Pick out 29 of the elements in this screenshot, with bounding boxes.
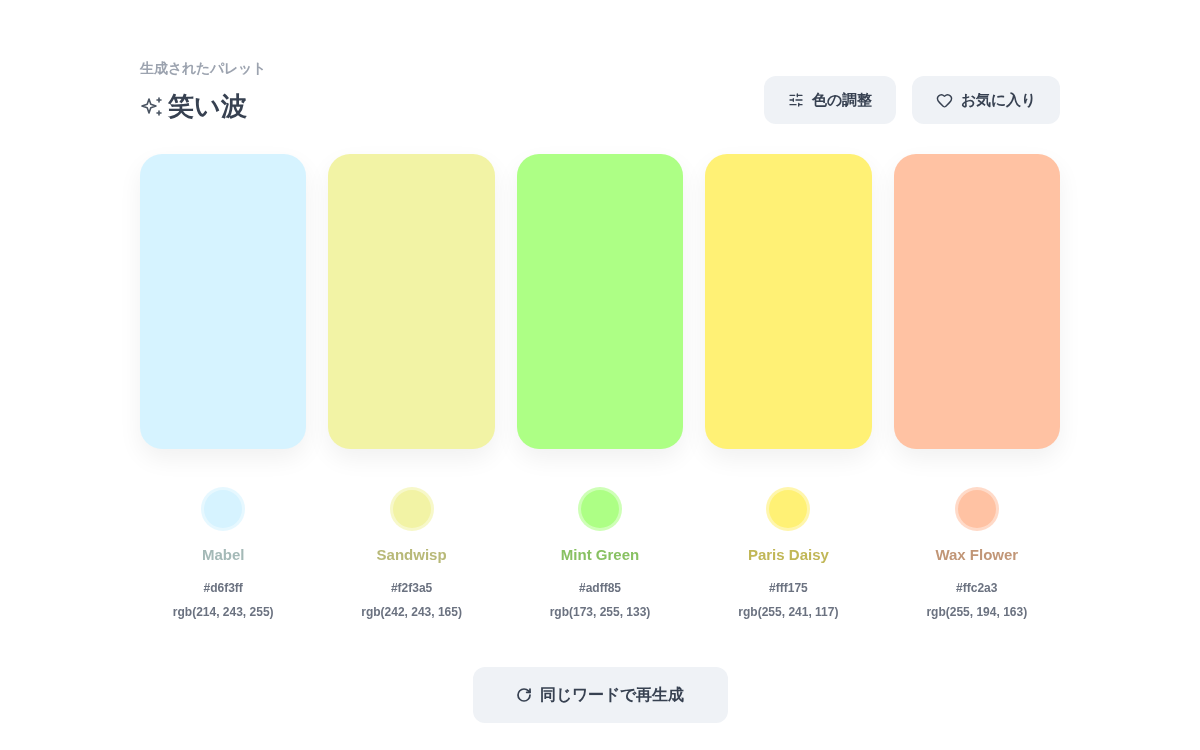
color-swatch[interactable] [328,154,495,449]
rgb-value: rgb(255, 194, 163) [926,603,1028,621]
sliders-icon [788,92,804,108]
color-name: Sandwisp [376,545,447,565]
color-swatch[interactable] [140,154,307,449]
favorite-button[interactable]: お気に入り [912,76,1060,124]
subtitle: 生成されたパレット [140,59,266,78]
hex-code: #fff175 [769,579,808,597]
hex-code: #d6f3ff [203,579,243,597]
color-name: Wax Flower [935,545,1019,565]
refresh-icon [516,686,532,703]
color-name: Paris Daisy [747,545,829,565]
regenerate-button[interactable]: 同じワードで再生成 [472,666,728,723]
color-name: Mint Green [560,545,640,565]
color-swatch[interactable] [893,154,1060,449]
color-swatch[interactable] [705,154,872,449]
rgb-value: rgb(214, 243, 255) [172,603,274,621]
color-swatch[interactable] [516,154,684,449]
hex-code: #f2f3a5 [390,579,433,597]
heart-icon [936,91,953,109]
palette-title: 笑い波 [168,90,247,123]
rgb-value: rgb(173, 255, 133) [549,603,651,621]
rgb-value: rgb(242, 243, 165) [361,603,462,621]
hex-code: #ffc2a3 [956,579,998,597]
color-name: Mabel [201,545,245,565]
adjust-colors-button[interactable]: 色の調整 [764,76,896,124]
rgb-value: rgb(255, 241, 117) [738,603,839,621]
hex-code: #adff85 [578,579,621,597]
sparkles-icon [140,94,164,119]
